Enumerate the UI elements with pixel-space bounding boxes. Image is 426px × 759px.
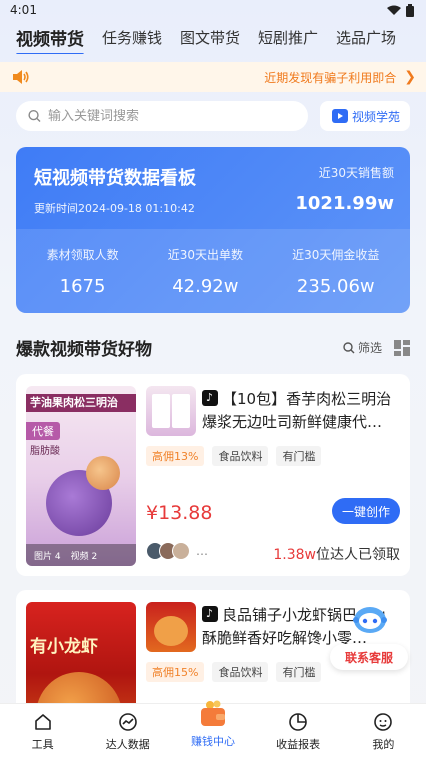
metric-value: 235.06w (296, 275, 375, 297)
cover-meta: 图片 4 视频 2 (26, 544, 136, 566)
claimer-avatars: … (146, 542, 208, 560)
dashboard-top: 短视频带货数据看板 更新时间2024-09-18 01:10:42 近30天销售… (16, 147, 410, 229)
status-icons (387, 3, 414, 17)
dashboard-metrics: 素材领取人数 1675 近30天出单数 42.92w 近30天佣金收益 235.… (16, 229, 410, 313)
claim-number: 1.38w (273, 547, 316, 563)
profile-icon (374, 712, 393, 731)
search-box[interactable] (16, 101, 308, 131)
commission-tag: 高佣15% (146, 662, 205, 682)
tiktok-icon (202, 390, 218, 406)
claim-count: 1.38w位达人已领取 (273, 544, 400, 564)
section-header: 爆款视频带货好物 筛选 (16, 335, 410, 360)
nav-label: 我的 (372, 737, 395, 751)
chevron-right-icon: ❯ (404, 69, 416, 85)
cover-strip-text: 有小龙虾 (30, 637, 98, 656)
threshold-tag: 有门槛 (276, 446, 322, 466)
product-thumbnail[interactable] (146, 386, 196, 436)
product-thumbnail[interactable] (146, 602, 196, 652)
sales-label: 近30天销售额 (318, 166, 394, 180)
nav-label: 工具 (31, 737, 54, 751)
filter-label: 筛选 (357, 341, 382, 355)
tiktok-icon (202, 606, 218, 622)
tab-task-earn[interactable]: 任务赚钱 (93, 27, 171, 48)
tab-video-sales[interactable]: 视频带货 (8, 25, 93, 54)
sales-value: 1021.99w (295, 193, 394, 214)
pie-icon (289, 712, 307, 731)
customer-service-float[interactable]: 联系客服 (330, 600, 410, 670)
pastry-graphic (86, 456, 120, 490)
chart-icon (118, 712, 137, 731)
claim-suffix: 位达人已领取 (316, 547, 400, 563)
tab-image-sales[interactable]: 图文带货 (171, 27, 249, 48)
cover-text: 脂肪酸 (30, 446, 60, 457)
cover-strip-text: 芋油果肉松三明治 (26, 394, 136, 412)
cover-image-count: 图片 4 (34, 551, 61, 562)
search-icon (28, 109, 41, 123)
product-price: ¥13.88 (146, 502, 213, 524)
home-icon (34, 713, 51, 730)
status-time: 4:01 (10, 3, 37, 17)
nav-label: 赚钱中心 (190, 734, 235, 748)
search-icon (343, 341, 355, 353)
nav-earn-center[interactable]: 赚钱中心 (178, 700, 248, 749)
wifi-icon (387, 5, 401, 15)
metric-label: 素材领取人数 (46, 247, 119, 262)
nav-label: 达人数据 (105, 737, 150, 751)
data-dashboard: 短视频带货数据看板 更新时间2024-09-18 01:10:42 近30天销售… (16, 147, 410, 313)
speaker-icon (13, 70, 29, 84)
product-title-text: 【10包】香芋肉松三明治爆浆无边吐司新鲜健康代… (202, 390, 392, 431)
robot-icon (353, 607, 387, 633)
video-academy-button[interactable]: 视频学苑 (319, 101, 410, 131)
notice-bar[interactable]: 近期发现有骗子利用即合 ❯ (0, 62, 426, 92)
metric-value: 1675 (59, 275, 106, 297)
top-tabs: 视频带货 任务赚钱 图文带货 短剧推广 选品广场 (0, 20, 426, 54)
threshold-tag: 有门槛 (276, 662, 322, 682)
category-tag: 食品饮料 (212, 446, 269, 466)
one-click-create-button[interactable]: 一键创作 (332, 498, 400, 524)
more-dots: … (196, 544, 208, 558)
tab-short-drama[interactable]: 短剧推广 (249, 27, 327, 48)
metric-orders: 近30天出单数 42.92w (168, 246, 243, 297)
nav-influencer-data[interactable]: 达人数据 (93, 712, 163, 752)
video-academy-label: 视频学苑 (351, 109, 400, 124)
thumbnail-graphic (154, 616, 188, 646)
nav-profile[interactable]: 我的 (348, 712, 418, 752)
cover-text: 代餐 (26, 422, 60, 440)
grid-view-icon[interactable] (394, 339, 410, 356)
section-tools: 筛选 (343, 339, 410, 356)
wallet-icon (200, 700, 225, 726)
search-row: 视频学苑 (0, 101, 426, 131)
category-tag: 食品饮料 (212, 662, 269, 682)
tab-product-square[interactable]: 选品广场 (327, 27, 405, 48)
notice-text: 近期发现有骗子利用即合 (264, 70, 397, 85)
product-card[interactable]: 芋油果肉松三明治 代餐 脂肪酸 图片 4 视频 2 【10包】香芋肉松三明治爆浆… (16, 374, 410, 576)
product-tags: 高佣13% 食品饮料 有门槛 (146, 446, 322, 466)
nav-label: 收益报表 (276, 737, 321, 751)
metric-value: 42.92w (172, 275, 239, 297)
section-title: 爆款视频带货好物 (16, 340, 152, 360)
avatar (172, 542, 190, 560)
product-cover-image[interactable]: 芋油果肉松三明治 代餐 脂肪酸 图片 4 视频 2 (26, 386, 136, 566)
video-icon (331, 109, 348, 123)
metric-commission: 近30天佣金收益 235.06w (292, 246, 379, 297)
battery-icon (406, 3, 414, 17)
cover-video-count: 视频 2 (70, 551, 98, 562)
filter-button[interactable]: 筛选 (343, 339, 382, 356)
contact-service-button[interactable]: 联系客服 (330, 644, 408, 670)
metric-label: 近30天出单数 (167, 247, 243, 262)
metric-material-claimers: 素材领取人数 1675 (47, 246, 119, 297)
product-title[interactable]: 【10包】香芋肉松三明治爆浆无边吐司新鲜健康代… (202, 388, 400, 434)
nav-earnings-report[interactable]: 收益报表 (263, 712, 333, 752)
dashboard-title: 短视频带货数据看板 (34, 168, 196, 189)
search-input[interactable] (47, 108, 296, 124)
metric-label: 近30天佣金收益 (292, 247, 380, 262)
thumbnail-graphic (172, 394, 190, 428)
thumbnail-graphic (152, 394, 170, 428)
nav-tools[interactable]: 工具 (8, 712, 78, 752)
commission-tag: 高佣13% (146, 446, 205, 466)
bottom-navbar: 工具 达人数据 赚钱中心 收益报表 我的 (0, 700, 426, 759)
dashboard-update-time: 更新时间2024-09-18 01:10:42 (34, 202, 195, 215)
status-bar: 4:01 (0, 0, 426, 20)
product-tags: 高佣15% 食品饮料 有门槛 (146, 662, 322, 682)
